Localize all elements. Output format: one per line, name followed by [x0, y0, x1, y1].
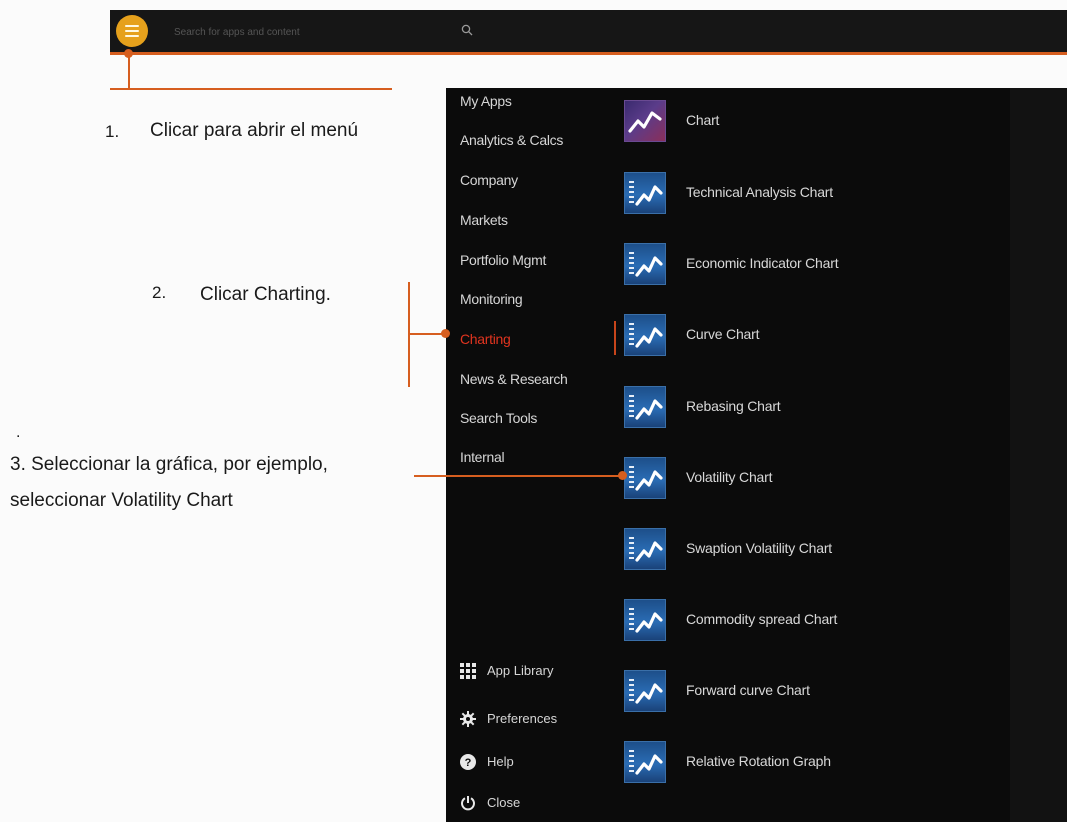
chart-app-icon	[624, 243, 666, 285]
search-icon[interactable]	[461, 24, 473, 36]
step-2-number: 2.	[152, 283, 167, 302]
category-charting[interactable]: Charting	[460, 326, 511, 352]
callout-line-1-horizontal	[110, 88, 392, 90]
step-3-text-line1: 3. Seleccionar la gráfica, por ejemplo,	[10, 454, 328, 475]
callout-line-3	[414, 475, 623, 477]
chart-app-icon	[624, 599, 666, 641]
app-label: Curve Chart	[686, 326, 760, 342]
hamburger-menu-icon	[125, 25, 139, 27]
callout-dot-1	[124, 49, 133, 58]
step-2-text: Clicar Charting.	[200, 284, 331, 305]
app-label: Relative Rotation Graph	[686, 753, 831, 769]
app-technical-analysis-chart[interactable]: Technical Analysis Chart	[624, 172, 984, 216]
category-news-research[interactable]: News & Research	[460, 366, 568, 392]
search-input[interactable]	[172, 20, 456, 44]
chart-app-icon	[624, 386, 666, 428]
top-bar-accent-line	[110, 52, 1067, 55]
step-3-dot: .	[16, 424, 21, 441]
app-label: Forward curve Chart	[686, 682, 810, 698]
category-search-tools[interactable]: Search Tools	[460, 405, 537, 431]
chart-app-icon	[624, 314, 666, 356]
step-1-text: Clicar para abrir el menú	[150, 120, 359, 141]
preferences-label: Preferences	[487, 711, 558, 726]
app-label: Swaption Volatility Chart	[686, 540, 832, 556]
category-portfolio-mgmt[interactable]: Portfolio Mgmt	[460, 247, 546, 273]
power-icon	[461, 796, 475, 811]
svg-text:?: ?	[465, 757, 472, 769]
grid-icon	[460, 663, 476, 679]
step-3-text-line2: seleccionar Volatility Chart	[10, 490, 233, 511]
close-label: Close	[487, 795, 521, 810]
chart-app-icon	[624, 528, 666, 570]
app-rebasing-chart[interactable]: Rebasing Chart	[624, 386, 984, 430]
app-label: Rebasing Chart	[686, 398, 781, 414]
app-label: Technical Analysis Chart	[686, 184, 833, 200]
help-icon: ?	[460, 754, 476, 770]
category-markets[interactable]: Markets	[460, 207, 508, 233]
app-label: Volatility Chart	[686, 469, 773, 485]
chart-app-icon	[624, 670, 666, 712]
app-chart[interactable]: Chart	[624, 100, 984, 144]
active-category-marker	[614, 321, 616, 355]
app-commodity-spread-chart[interactable]: Commodity spread Chart	[624, 599, 984, 643]
callout-dot-3	[618, 471, 627, 480]
app-swaption-volatility-chart[interactable]: Swaption Volatility Chart	[624, 528, 984, 572]
category-internal[interactable]: Internal	[460, 444, 505, 470]
app-label: Chart	[686, 112, 720, 128]
app-forward-curve-chart[interactable]: Forward curve Chart	[624, 670, 984, 714]
category-monitoring[interactable]: Monitoring	[460, 286, 523, 312]
category-company[interactable]: Company	[460, 167, 518, 193]
callout-line-2	[409, 333, 445, 335]
category-analytics-calcs[interactable]: Analytics & Calcs	[460, 127, 563, 153]
app-label: Economic Indicator Chart	[686, 255, 839, 271]
chart-app-icon	[624, 172, 666, 214]
app-relative-rotation-graph[interactable]: Relative Rotation Graph	[624, 741, 984, 785]
callout-dot-2	[441, 329, 450, 338]
chart-app-icon	[624, 741, 666, 783]
gear-icon	[460, 711, 476, 727]
app-curve-chart[interactable]: Curve Chart	[624, 314, 984, 358]
menu-button[interactable]	[116, 15, 148, 47]
app-economic-indicator-chart[interactable]: Economic Indicator Chart	[624, 243, 984, 287]
step-1-number: 1.	[105, 122, 120, 141]
category-my-apps[interactable]: My Apps	[460, 88, 512, 114]
chart-app-icon	[624, 100, 666, 142]
app-label: Commodity spread Chart	[686, 611, 838, 627]
app-volatility-chart[interactable]: Volatility Chart	[624, 457, 984, 501]
help-label: Help	[487, 754, 514, 769]
app-library-label: App Library	[487, 663, 554, 678]
chart-app-icon	[624, 457, 666, 499]
